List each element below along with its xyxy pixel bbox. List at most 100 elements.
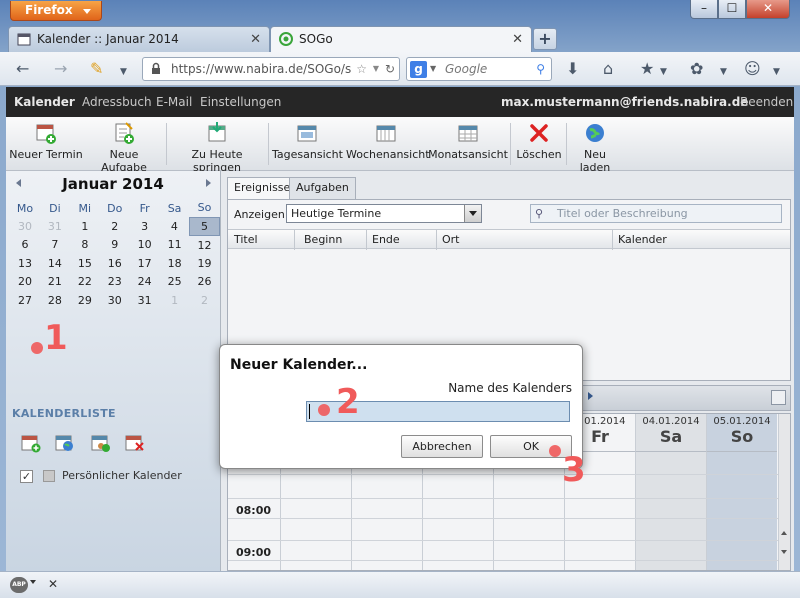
tab-close-icon[interactable]: ✕ — [512, 28, 523, 52]
chevron-down-icon[interactable]: ▼ — [120, 63, 127, 81]
calendar-day[interactable]: 11 — [160, 236, 190, 254]
calendar-day[interactable]: 23 — [100, 273, 130, 291]
chevron-down-icon[interactable]: ▼ — [660, 63, 667, 81]
new-event-button[interactable]: Neuer Termin — [8, 121, 84, 167]
close-addon-bar-icon[interactable]: ✕ — [48, 577, 58, 591]
calendar-day[interactable]: 26 — [190, 273, 220, 291]
calendar-day[interactable]: 15 — [70, 254, 100, 272]
scroll-up-icon[interactable] — [781, 528, 787, 535]
menu-einstellungen[interactable]: Einstellungen — [200, 87, 281, 117]
calendar-day[interactable]: 16 — [100, 254, 130, 272]
search-icon[interactable]: ⚲ — [536, 58, 545, 80]
tab-events[interactable]: Ereignisse — [227, 177, 298, 200]
calendar-day[interactable]: 22 — [70, 273, 100, 291]
home-icon[interactable]: ⌂ — [603, 60, 613, 78]
next-month-icon[interactable] — [206, 179, 215, 187]
calendar-day[interactable]: 31 — [40, 217, 70, 235]
close-window-button[interactable]: ✕ — [746, 0, 790, 19]
column-title[interactable]: Titel — [234, 233, 258, 246]
vertical-scrollbar[interactable] — [778, 414, 790, 570]
calendar-day[interactable]: 8 — [70, 236, 100, 254]
bookmark-star-icon[interactable]: ☆ — [356, 58, 367, 80]
chevron-down-icon[interactable]: ▼ — [373, 58, 379, 80]
delete-calendar-icon[interactable] — [124, 433, 146, 453]
calendar-day[interactable]: 1 — [70, 217, 100, 235]
add-calendar-icon[interactable] — [20, 433, 42, 453]
search-bar[interactable]: g ▼ Google ⚲ — [406, 57, 552, 81]
chevron-down-icon[interactable] — [30, 580, 36, 587]
share-calendar-icon[interactable] — [90, 433, 112, 453]
year-label[interactable]: 2014 — [122, 175, 164, 193]
show-filter-select[interactable]: Heutige Termine — [286, 204, 482, 223]
calendar-day[interactable]: 9 — [100, 236, 130, 254]
url-bar[interactable]: https://www.nabira.de/SOGo/s ☆ ▼ ↻ — [142, 57, 400, 81]
pencil-icon[interactable]: ✎ — [90, 60, 103, 78]
calendar-day[interactable]: 3 — [130, 217, 160, 235]
search-icon[interactable]: ⚲ — [535, 205, 543, 222]
column-end[interactable]: Ende — [372, 233, 400, 246]
menu-adressbuch[interactable]: Adressbuch — [82, 87, 152, 117]
tab-close-icon[interactable]: ✕ — [250, 28, 261, 52]
chevron-down-icon[interactable]: ▼ — [720, 63, 727, 81]
events-search-input[interactable]: ⚲ Titel oder Beschreibung — [530, 204, 782, 223]
calendar-day[interactable]: 7 — [40, 236, 70, 254]
next-week-icon[interactable] — [588, 392, 597, 400]
calendar-day[interactable]: 10 — [130, 236, 160, 254]
new-task-button[interactable]: Neue Aufgabe — [86, 121, 162, 174]
menu-email[interactable]: E-Mail — [156, 87, 192, 117]
minimize-button[interactable]: – — [690, 0, 718, 19]
subscribe-calendar-icon[interactable] — [54, 433, 76, 453]
calendar-day[interactable]: 21 — [40, 273, 70, 291]
extension-icon[interactable]: ✿ — [690, 60, 703, 78]
column-calendar[interactable]: Kalender — [618, 233, 667, 246]
calendar-day[interactable]: 6 — [10, 236, 40, 254]
column-start[interactable]: Beginn — [304, 233, 342, 246]
collapse-icon[interactable] — [771, 390, 786, 405]
reload-icon[interactable]: ↻ — [385, 58, 395, 80]
calendar-day[interactable]: 2 — [190, 291, 220, 309]
calendar-checkbox[interactable]: ✓ — [20, 469, 33, 483]
chevron-down-icon[interactable] — [464, 205, 481, 222]
forward-icon[interactable]: → — [54, 60, 67, 78]
new-tab-button[interactable]: + — [533, 28, 557, 50]
calendar-day[interactable]: 27 — [10, 291, 40, 309]
calendar-day[interactable]: 29 — [70, 291, 100, 309]
column-location[interactable]: Ort — [442, 233, 460, 246]
calendar-day[interactable]: 14 — [40, 254, 70, 272]
calendar-day[interactable]: 25 — [160, 273, 190, 291]
calendar-day[interactable]: 30 — [100, 291, 130, 309]
calendar-day[interactable]: 24 — [130, 273, 160, 291]
calendar-day[interactable]: 20 — [10, 273, 40, 291]
google-icon[interactable]: g — [410, 61, 427, 78]
day-header-saturday[interactable]: 04.01.2014 Sa — [635, 414, 706, 452]
adblock-icon[interactable]: ABP — [10, 577, 28, 593]
logout-link[interactable]: Beenden — [740, 87, 793, 117]
bookmarks-icon[interactable]: ★ — [640, 60, 654, 78]
back-icon[interactable]: ← — [16, 60, 29, 78]
calendar-day[interactable]: 5 — [189, 216, 220, 237]
week-view-button[interactable]: Wochenansicht — [346, 121, 430, 167]
calendar-day[interactable]: 2 — [100, 217, 130, 235]
calendar-day[interactable]: 18 — [160, 254, 190, 272]
calendar-day[interactable]: 12 — [190, 236, 220, 254]
calendar-day[interactable]: 1 — [160, 291, 190, 309]
tab-sogo[interactable]: SOGo ✕ — [270, 26, 532, 53]
month-view-button[interactable]: Monatsansicht — [428, 121, 508, 167]
tab-tasks[interactable]: Aufgaben — [289, 177, 356, 199]
menu-kalender[interactable]: Kalender — [14, 87, 75, 117]
day-header-sunday[interactable]: 05.01.2014 So — [706, 414, 777, 452]
download-icon[interactable]: ⬇ — [566, 60, 579, 78]
maximize-button[interactable]: ☐ — [718, 0, 746, 19]
chevron-down-icon[interactable]: ▼ — [773, 63, 780, 81]
delete-button[interactable]: Löschen — [514, 121, 564, 167]
scroll-down-icon[interactable] — [781, 550, 787, 557]
day-view-button[interactable]: Tagesansicht — [272, 121, 343, 167]
chevron-down-icon[interactable]: ▼ — [430, 58, 436, 80]
calendar-day[interactable]: 30 — [10, 217, 40, 235]
calendar-day[interactable]: 19 — [190, 254, 220, 272]
calendar-day[interactable]: 31 — [130, 291, 160, 309]
calendar-day[interactable]: 17 — [130, 254, 160, 272]
firefox-menu-button[interactable]: Firefox — [10, 1, 102, 21]
calendar-day[interactable]: 13 — [10, 254, 40, 272]
calendar-day[interactable]: 4 — [160, 217, 190, 235]
